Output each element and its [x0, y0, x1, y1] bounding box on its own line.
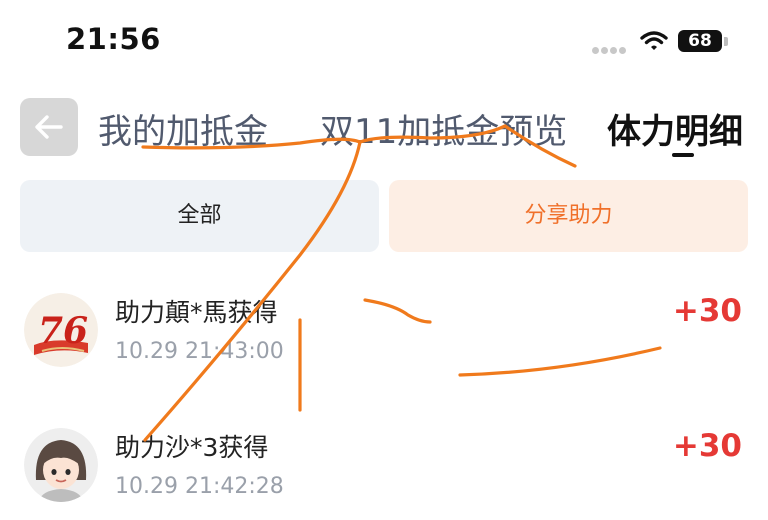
svg-text:76: 76: [38, 310, 88, 352]
wifi-icon: [640, 30, 668, 52]
list-item: 助力沙*3获得 10.29 21:42:28 +30: [0, 420, 768, 520]
avatar: 76: [24, 293, 98, 367]
record-points: +30: [672, 293, 742, 329]
app-page: 21:56 68 我的加抵金 双11加抵金预览 体力明细 全部 分享助力 76 …: [0, 0, 768, 520]
record-points: +30: [672, 428, 742, 464]
status-bar: 21:56 68: [0, 0, 768, 84]
record-time: 10.29 21:43:00: [115, 339, 284, 364]
filter-share-assist-button[interactable]: 分享助力: [389, 180, 748, 252]
record-time: 10.29 21:42:28: [115, 474, 284, 499]
record-title: 助力沙*3获得: [115, 433, 269, 462]
back-button[interactable]: [20, 98, 78, 156]
avatar: [24, 428, 98, 502]
active-tab-indicator: [672, 153, 694, 157]
status-time: 21:56: [66, 22, 161, 56]
battery-tip: [724, 37, 728, 46]
tab-double11-preview[interactable]: 双11加抵金预览: [320, 104, 567, 153]
filter-all-button[interactable]: 全部: [20, 180, 379, 252]
tab-my-deduction[interactable]: 我的加抵金: [98, 104, 268, 153]
cellular-signal-icon: [592, 39, 628, 54]
battery-icon: 68: [678, 30, 722, 52]
list-item: 76 助力顛*馬获得 10.29 21:43:00 +30: [0, 285, 768, 405]
arrow-left-icon: [35, 115, 63, 139]
tab-stamina-details[interactable]: 体力明细: [607, 104, 743, 153]
record-title: 助力顛*馬获得: [115, 298, 278, 327]
